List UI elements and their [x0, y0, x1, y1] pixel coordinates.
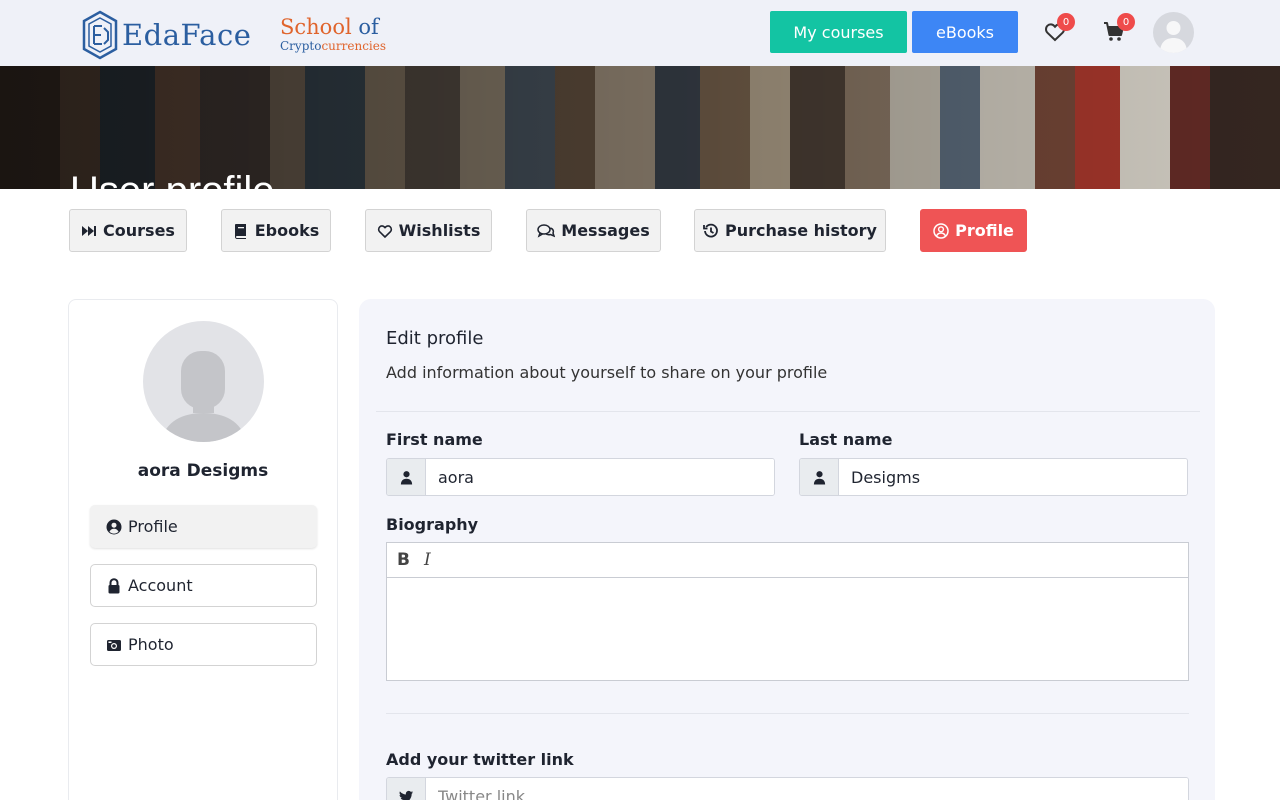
sidebar-item-label: Account	[128, 576, 193, 595]
my-courses-button[interactable]: My courses	[770, 11, 907, 53]
twitter-link-input[interactable]	[426, 778, 1188, 800]
biography-textarea[interactable]	[387, 578, 1188, 680]
camera-icon	[107, 639, 121, 651]
of-word: of	[358, 15, 379, 39]
top-header: EdaFace School of Cryptocurrencies My co…	[0, 0, 1280, 66]
edit-profile-subtitle: Add information about yourself to share …	[386, 363, 828, 382]
cart-count-badge: 0	[1117, 13, 1135, 31]
crypto-word: Crypto	[280, 39, 322, 53]
last-name-field	[799, 458, 1188, 496]
tab-messages-label: Messages	[561, 221, 650, 240]
page-banner: User profile	[0, 66, 1280, 189]
history-icon	[703, 223, 718, 237]
tab-courses[interactable]: Courses	[69, 209, 187, 252]
section-divider	[376, 411, 1200, 412]
tab-ebooks[interactable]: Ebooks	[221, 209, 331, 252]
first-name-field	[386, 458, 775, 496]
user-circle-icon	[106, 519, 122, 534]
comments-icon	[537, 223, 556, 238]
tab-ebooks-label: Ebooks	[254, 221, 320, 240]
user-silhouette-icon	[161, 351, 246, 442]
edaface-logo[interactable]: EdaFace	[82, 10, 251, 60]
tab-profile[interactable]: Profile	[920, 209, 1027, 252]
editor-toolbar: B I	[387, 543, 1188, 578]
tab-messages[interactable]: Messages	[526, 209, 661, 252]
logo-wordmark: EdaFace	[122, 18, 251, 52]
biography-editor: B I	[386, 542, 1189, 681]
bold-button[interactable]: B	[397, 550, 410, 570]
page-title: User profile	[70, 169, 275, 189]
sidebar-item-label: Photo	[128, 635, 174, 654]
twitter-link-label: Add your twitter link	[386, 750, 574, 769]
last-name-input[interactable]	[839, 459, 1187, 495]
school-of-cryptocurrencies-logo[interactable]: School of Cryptocurrencies	[280, 15, 387, 53]
tab-purchase-history-label: Purchase history	[725, 221, 877, 240]
heart-icon	[377, 224, 392, 238]
school-word: School	[280, 15, 352, 39]
tab-wishlists[interactable]: Wishlists	[365, 209, 492, 252]
user-avatar[interactable]	[1153, 12, 1194, 53]
forward-step-icon	[82, 225, 97, 236]
ebooks-button[interactable]: eBooks	[912, 11, 1018, 53]
user-icon	[800, 459, 839, 495]
user-icon	[387, 459, 426, 495]
edit-profile-panel: Edit profile Add information about yours…	[359, 299, 1215, 800]
twitter-link-field	[386, 777, 1189, 800]
tab-courses-label: Courses	[103, 221, 175, 240]
twitter-icon	[387, 778, 426, 800]
user-circle-icon	[933, 222, 949, 239]
lock-icon	[108, 577, 120, 593]
sidebar-item-account[interactable]: Account	[90, 564, 317, 607]
sidebar-item-label: Profile	[128, 517, 178, 536]
italic-button[interactable]: I	[424, 550, 431, 570]
logo-part-2: Face	[180, 18, 252, 52]
edit-profile-title: Edit profile	[386, 328, 484, 349]
biography-label: Biography	[386, 515, 479, 534]
profile-sidebar-card: aora Desigms Profile Account Photo	[68, 299, 338, 800]
tab-purchase-history[interactable]: Purchase history	[694, 209, 886, 252]
wishlist-count-badge: 0	[1057, 13, 1075, 31]
first-name-input[interactable]	[426, 459, 774, 495]
book-icon	[234, 223, 246, 239]
sidebar-item-profile[interactable]: Profile	[90, 505, 317, 548]
profile-user-name: aora Desigms	[137, 461, 269, 481]
tab-wishlists-label: Wishlists	[398, 221, 481, 240]
last-name-label: Last name	[799, 430, 893, 449]
profile-avatar	[143, 321, 264, 442]
logo-part-1: Eda	[122, 18, 181, 52]
user-silhouette-icon	[1160, 21, 1187, 53]
currencies-word: currencies	[321, 39, 387, 53]
first-name-label: First name	[386, 430, 483, 449]
section-divider	[386, 713, 1189, 714]
tab-profile-label: Profile	[955, 221, 1014, 240]
sidebar-item-photo[interactable]: Photo	[90, 623, 317, 666]
edaface-logo-mark	[82, 10, 118, 60]
